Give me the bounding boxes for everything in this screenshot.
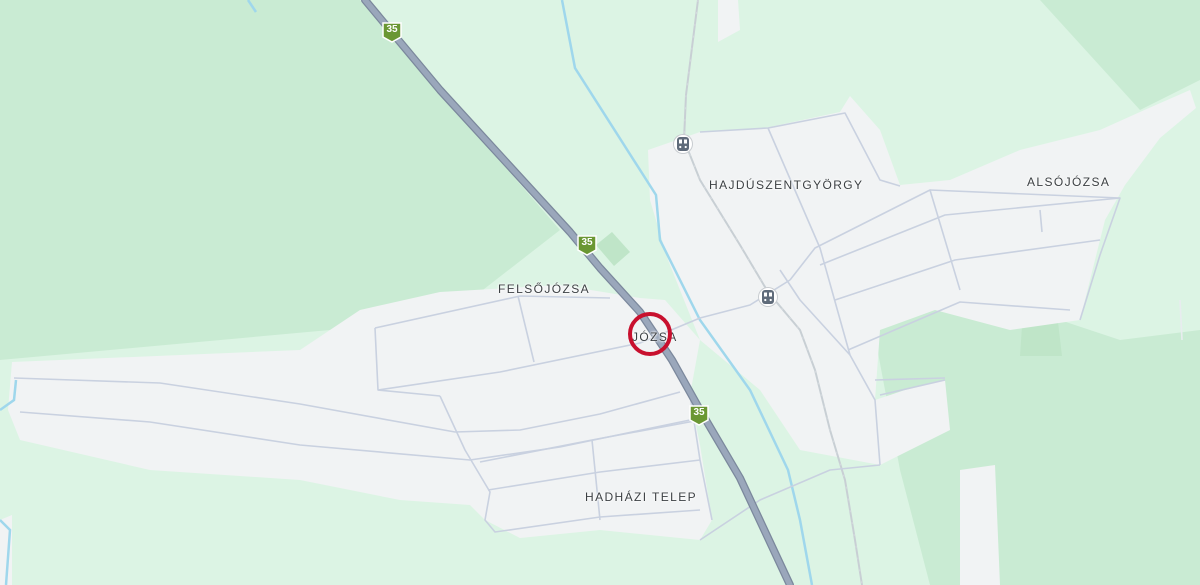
train-station-icon[interactable] <box>674 135 692 153</box>
place-label-hadhazi-telep[interactable]: HADHÁZI TELEP <box>585 490 697 504</box>
highway-35-shield: 35 <box>688 404 710 426</box>
highway-35-shield: 35 <box>576 234 598 256</box>
road-number: 35 <box>581 237 593 248</box>
highway-35-shield: 35 <box>381 21 403 43</box>
road-number: 35 <box>386 24 398 35</box>
train-station-icon[interactable] <box>759 288 777 306</box>
selected-location-ring-icon <box>628 312 672 356</box>
place-label-felsojozsa[interactable]: FELSŐJÓZSA <box>498 282 590 296</box>
map-view[interactable]: 35 35 35 HAJDÚSZENTGYÖRGY ALSÓJÓZSA FELS… <box>0 0 1200 585</box>
road-number: 35 <box>693 407 705 418</box>
place-label-alsojozsa[interactable]: ALSÓJÓZSA <box>1027 175 1110 189</box>
place-label-hajduszentgyorgy[interactable]: HAJDÚSZENTGYÖRGY <box>709 178 863 192</box>
